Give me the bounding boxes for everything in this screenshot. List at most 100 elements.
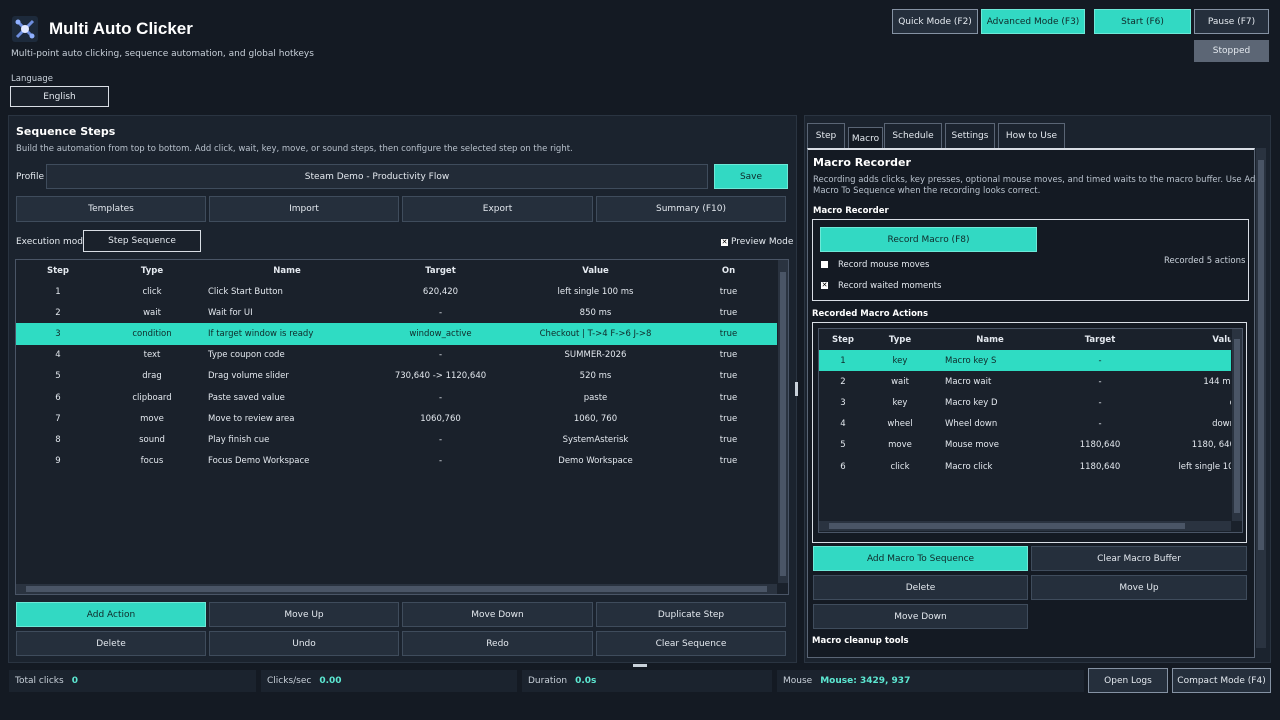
macro-description-line-1: Recording adds clicks, key presses, opti… — [813, 175, 1261, 185]
tab-settings[interactable]: Settings — [945, 123, 995, 148]
delete-button[interactable]: Delete — [16, 631, 206, 656]
macro-row[interactable]: 2 wait Macro wait - 144 ms — [819, 371, 1231, 392]
cell-step: 4 — [840, 419, 846, 430]
macro-row-selected[interactable]: 1 key Macro key S - s — [819, 350, 1231, 372]
redo-button[interactable]: Redo — [402, 631, 593, 656]
tab-macro[interactable]: Macro — [848, 127, 883, 149]
scrollbar-thumb[interactable] — [829, 523, 1185, 529]
sequence-horizontal-scrollbar[interactable] — [16, 584, 777, 594]
macro-cleanup-label: Macro cleanup tools — [812, 636, 909, 646]
table-row[interactable]: 6 clipboard Paste saved value - paste tr… — [16, 387, 777, 408]
record-mouse-moves-checkbox[interactable] — [821, 261, 828, 268]
add-macro-to-sequence-button[interactable]: Add Macro To Sequence — [813, 546, 1028, 571]
col-type: Type — [140, 265, 164, 276]
add-action-button[interactable]: Add Action — [16, 602, 206, 627]
cell-name: Macro wait — [945, 376, 992, 387]
macro-row[interactable]: 4 wheel Wheel down - down — [819, 414, 1231, 435]
record-macro-button[interactable]: Record Macro (F8) — [820, 227, 1037, 252]
clicks-sec-value: 0.00 — [319, 676, 342, 686]
table-row[interactable]: 7 move Move to review area 1060,760 1060… — [16, 408, 777, 429]
cell-target: - — [438, 307, 443, 318]
macro-row[interactable]: 3 key Macro key D - d — [819, 392, 1231, 413]
summary-button[interactable]: Summary (F10) — [596, 196, 786, 222]
tab-schedule[interactable]: Schedule — [884, 123, 942, 148]
move-down-button[interactable]: Move Down — [402, 602, 593, 627]
language-select[interactable]: English — [10, 86, 109, 107]
cell-value: 850 ms — [579, 307, 612, 318]
cell-value: paste — [583, 392, 608, 403]
macro-vertical-scrollbar[interactable] — [1232, 329, 1242, 521]
cell-type: click — [890, 461, 910, 472]
col-target: Target — [425, 265, 456, 276]
table-row-selected[interactable]: 3 condition If target window is ready wi… — [16, 323, 777, 345]
scrollbar-thumb[interactable] — [1258, 160, 1264, 550]
scrollbar-thumb[interactable] — [26, 586, 767, 592]
cell-type: focus — [140, 456, 164, 467]
table-row[interactable]: 4 text Type coupon code - SUMMER-2026 tr… — [16, 345, 777, 366]
table-row[interactable]: 9 focus Focus Demo Workspace - Demo Work… — [16, 451, 777, 472]
macro-delete-button[interactable]: Delete — [813, 575, 1028, 600]
move-up-button[interactable]: Move Up — [209, 602, 399, 627]
cell-step: 7 — [55, 413, 61, 424]
quick-mode-button[interactable]: Quick Mode (F2) — [892, 9, 978, 34]
cell-step: 1 — [819, 350, 867, 372]
start-button[interactable]: Start (F6) — [1094, 9, 1191, 34]
cell-target: 1180,640 — [1079, 440, 1121, 451]
undo-button[interactable]: Undo — [209, 631, 399, 656]
export-button[interactable]: Export — [402, 196, 593, 222]
cell-on: true — [719, 307, 738, 318]
table-row[interactable]: 1 click Click Start Button 620,420 left … — [16, 281, 777, 302]
record-waited-moments-checkbox[interactable]: ✕ — [821, 282, 828, 289]
total-clicks-stat: Total clicks 0 — [9, 670, 256, 692]
cell-step: 6 — [55, 392, 61, 403]
sequence-description: Build the automation from top to bottom.… — [16, 144, 573, 154]
cell-step: 3 — [16, 323, 100, 345]
profile-input[interactable]: Steam Demo - Productivity Flow — [46, 164, 708, 189]
record-waited-moments-label: Record waited moments — [838, 281, 942, 291]
advanced-mode-button[interactable]: Advanced Mode (F3) — [981, 9, 1085, 34]
table-row[interactable]: 2 wait Wait for UI - 850 ms true — [16, 302, 777, 323]
execution-mode-select[interactable]: Step Sequence — [83, 230, 201, 252]
table-row[interactable]: 5 drag Drag volume slider 730,640 -> 112… — [16, 366, 777, 387]
scrollbar-thumb[interactable] — [780, 272, 786, 576]
sequence-vertical-scrollbar[interactable] — [778, 260, 788, 583]
macro-table-header: Step Type Name Target Value — [819, 329, 1231, 350]
col-on: On — [721, 265, 736, 276]
import-button[interactable]: Import — [209, 196, 399, 222]
total-clicks-label: Total clicks — [15, 676, 64, 686]
save-button[interactable]: Save — [714, 164, 788, 189]
tab-step[interactable]: Step — [807, 123, 845, 148]
mouse-label: Mouse — [783, 676, 813, 686]
cell-value: SUMMER-2026 — [564, 350, 627, 361]
col-name: Name — [273, 265, 301, 276]
clear-sequence-button[interactable]: Clear Sequence — [596, 631, 786, 656]
clear-macro-buffer-button[interactable]: Clear Macro Buffer — [1031, 546, 1247, 571]
open-logs-button[interactable]: Open Logs — [1088, 668, 1168, 693]
cell-on: true — [719, 434, 738, 445]
scrollbar-thumb[interactable] — [1234, 339, 1240, 513]
cell-type: wheel — [887, 419, 913, 430]
cell-step: 5 — [55, 371, 61, 382]
macro-move-down-button[interactable]: Move Down — [813, 604, 1028, 629]
preview-mode-checkbox-icon[interactable]: ✕ — [721, 238, 728, 246]
mouse-stat: Mouse Mouse: 3429, 937 — [777, 670, 1084, 692]
cell-type: sound — [139, 434, 165, 445]
cell-type: condition — [100, 323, 204, 345]
macro-row[interactable]: 5 move Mouse move 1180,640 1180, 640 — [819, 435, 1231, 456]
cell-on: true — [719, 413, 738, 424]
macro-horizontal-scrollbar[interactable] — [819, 521, 1231, 531]
cell-type: move — [140, 413, 164, 424]
templates-button[interactable]: Templates — [16, 196, 206, 222]
col-name: Name — [976, 334, 1004, 345]
macro-move-up-button[interactable]: Move Up — [1031, 575, 1247, 600]
duplicate-step-button[interactable]: Duplicate Step — [596, 602, 786, 627]
tab-how-to-use[interactable]: How to Use — [998, 123, 1065, 148]
table-row[interactable]: 8 sound Play finish cue - SystemAsterisk… — [16, 429, 777, 450]
preview-mode-toggle[interactable]: ✕ Preview Mode — [721, 237, 793, 247]
compact-mode-button[interactable]: Compact Mode (F4) — [1172, 668, 1271, 693]
macro-row[interactable]: 6 click Macro click 1180,640 left single… — [819, 456, 1231, 477]
horizontal-splitter-handle[interactable] — [633, 664, 647, 667]
pause-button[interactable]: Pause (F7) — [1194, 9, 1269, 34]
vertical-splitter-handle[interactable] — [795, 382, 798, 396]
right-panel-vertical-scrollbar[interactable] — [1256, 148, 1266, 648]
